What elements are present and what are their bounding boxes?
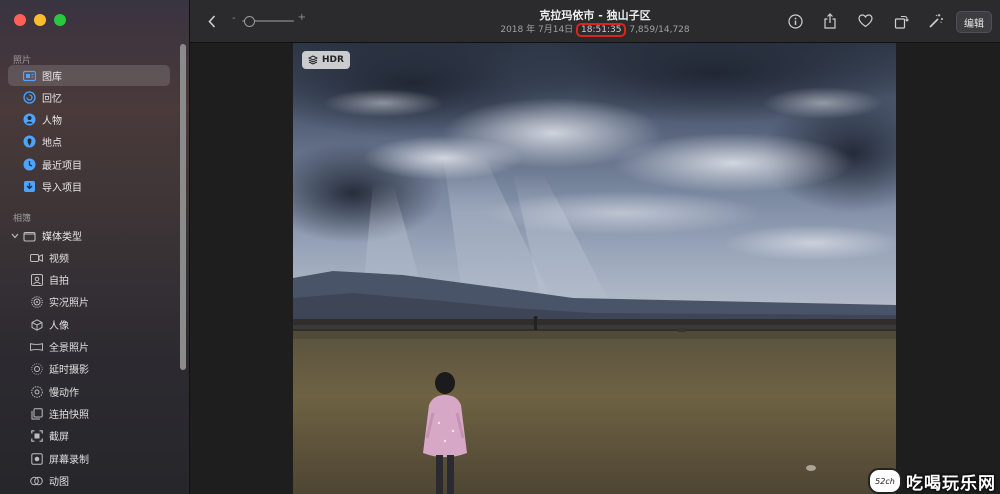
- sidebar-item-people[interactable]: 人物: [8, 109, 170, 130]
- sidebar-item-label: 截屏: [49, 432, 69, 443]
- photo-metadata: 2018 年 7月14日 18:51:35 7,859/14,728: [190, 22, 1000, 37]
- photo-date: 2018 年 7月14日: [500, 25, 574, 35]
- zoom-window-button[interactable]: [54, 14, 66, 26]
- sidebar-item-label: 最近项目: [42, 161, 82, 172]
- sidebar-item-portrait[interactable]: 人像: [30, 314, 170, 335]
- sidebar-item-live-photos[interactable]: 实况照片: [30, 291, 170, 312]
- chevron-down-icon[interactable]: [10, 233, 20, 239]
- window-controls: [14, 14, 66, 26]
- info-button[interactable]: [786, 12, 804, 30]
- sidebar-item-slomo[interactable]: 慢动作: [30, 381, 170, 402]
- photo-image[interactable]: HDR: [293, 43, 896, 494]
- favorite-button[interactable]: [856, 12, 874, 30]
- sidebar-item-places[interactable]: 地点: [8, 131, 170, 152]
- sidebar-item-label: 视频: [49, 254, 69, 265]
- sidebar-item-label: 实况照片: [49, 298, 89, 309]
- sidebar-item-label: 人像: [49, 321, 69, 332]
- screen-recording-icon: [30, 452, 43, 465]
- sidebar-item-screen-recordings[interactable]: 屏幕录制: [30, 448, 170, 469]
- landscape-photo: [293, 43, 896, 494]
- photo-time-highlighted: 18:51:35: [576, 23, 627, 37]
- sidebar-scrollbar[interactable]: [180, 44, 186, 370]
- sidebar: 照片 图库 回忆 人物 地点 最近项目 导入项目 相簿 媒体类型 视频 自拍 实…: [0, 0, 190, 494]
- panorama-icon: [30, 340, 43, 353]
- layers-icon: [308, 55, 318, 65]
- sidebar-group-label: 媒体类型: [42, 232, 82, 243]
- hdr-label: HDR: [322, 55, 344, 65]
- burst-icon: [30, 407, 43, 420]
- screenshot-icon: [30, 429, 43, 442]
- sidebar-item-imports[interactable]: 导入项目: [8, 176, 170, 197]
- sidebar-item-label: 全景照片: [49, 343, 89, 354]
- sidebar-item-label: 屏幕录制: [49, 455, 89, 466]
- watermark-text: 吃喝玩乐网: [906, 473, 996, 494]
- sidebar-item-label: 地点: [42, 138, 62, 149]
- places-icon: [22, 135, 36, 149]
- sidebar-item-screenshots[interactable]: 截屏: [30, 425, 170, 446]
- sidebar-item-label: 导入项目: [42, 183, 82, 194]
- library-icon: [22, 69, 36, 83]
- portrait-icon: [30, 318, 43, 331]
- sidebar-item-panoramas[interactable]: 全景照片: [30, 336, 170, 357]
- heart-icon: [857, 14, 873, 28]
- photos-window: 照片 图库 回忆 人物 地点 最近项目 导入项目 相簿 媒体类型 视频 自拍 实…: [0, 0, 1000, 494]
- memories-icon: [22, 91, 36, 105]
- sidebar-item-memories[interactable]: 回忆: [8, 87, 170, 108]
- folder-icon: [22, 229, 36, 243]
- edit-button[interactable]: 编辑: [956, 11, 992, 33]
- close-window-button[interactable]: [14, 14, 26, 26]
- magic-wand-icon: [929, 14, 943, 28]
- selfie-icon: [30, 273, 43, 286]
- sidebar-item-label: 回忆: [42, 94, 62, 105]
- watermark-logo: 52ch: [868, 468, 902, 494]
- sidebar-item-label: 人物: [42, 116, 62, 127]
- slomo-icon: [30, 385, 43, 398]
- sidebar-item-label: 图库: [42, 72, 62, 83]
- sidebar-item-timelapse[interactable]: 延时摄影: [30, 358, 170, 379]
- live-photo-icon: [30, 295, 43, 308]
- sidebar-item-selfies[interactable]: 自拍: [30, 269, 170, 290]
- photo-count: 7,859/14,728: [629, 25, 690, 35]
- auto-enhance-button[interactable]: [927, 12, 945, 30]
- sidebar-item-label: 动图: [49, 477, 69, 488]
- share-button[interactable]: [821, 12, 839, 30]
- timelapse-icon: [30, 362, 43, 375]
- sidebar-item-label: 慢动作: [49, 388, 79, 399]
- toolbar: - + 克拉玛依市 - 独山子区 2018 年 7月14日 18:51:35 7…: [190, 0, 1000, 43]
- sidebar-item-videos[interactable]: 视频: [30, 247, 170, 268]
- section-label-albums: 相簿: [13, 214, 32, 224]
- hdr-badge: HDR: [302, 51, 350, 69]
- distant-person: [533, 316, 538, 330]
- video-icon: [30, 251, 43, 264]
- info-icon: [787, 13, 803, 29]
- sidebar-item-animated[interactable]: 动图: [30, 470, 170, 491]
- sidebar-item-label: 自拍: [49, 276, 69, 287]
- photo-location-title: 克拉玛依市 - 独山子区: [539, 9, 651, 22]
- rotate-icon: [894, 15, 909, 29]
- photo-viewer: HDR: [190, 43, 1000, 494]
- sidebar-item-label: 连拍快照: [49, 410, 89, 421]
- recents-icon: [22, 158, 36, 172]
- people-icon: [22, 113, 36, 127]
- watermark: 52ch 吃喝玩乐网: [868, 468, 1000, 494]
- animated-icon: [30, 474, 43, 487]
- sidebar-group-media-types[interactable]: 媒体类型: [8, 225, 170, 246]
- imports-icon: [22, 180, 36, 194]
- sidebar-item-bursts[interactable]: 连拍快照: [30, 403, 170, 424]
- sidebar-item-recents[interactable]: 最近项目: [8, 154, 170, 175]
- sidebar-item-label: 延时摄影: [49, 365, 89, 376]
- share-icon: [824, 13, 836, 29]
- minimize-window-button[interactable]: [34, 14, 46, 26]
- sidebar-item-library[interactable]: 图库: [8, 65, 170, 86]
- rotate-button[interactable]: [892, 12, 910, 30]
